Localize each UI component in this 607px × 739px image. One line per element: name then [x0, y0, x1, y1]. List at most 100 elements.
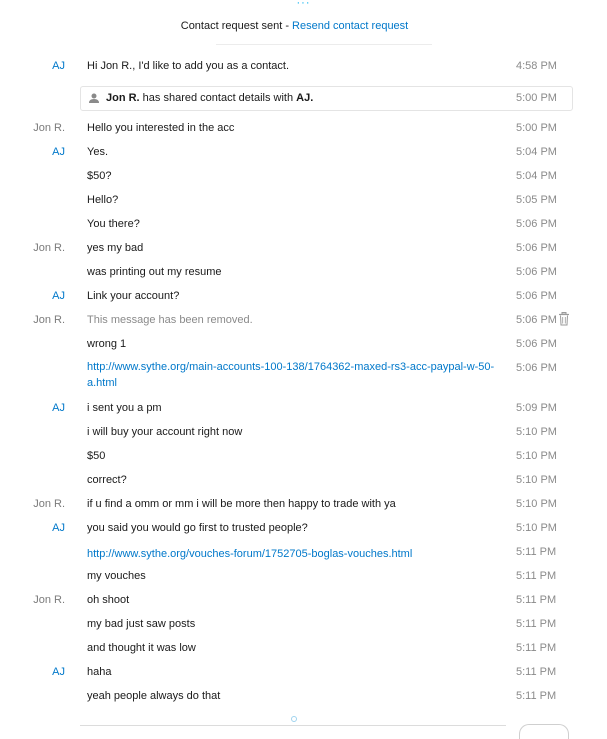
- header-divider: [216, 44, 432, 45]
- message-time: 5:10 PM: [516, 474, 557, 486]
- send-button[interactable]: [519, 724, 569, 739]
- message-row: and thought it was low 5:11 PM: [0, 638, 600, 660]
- shared-contact-notice[interactable]: Jon R. has shared contact details with A…: [80, 86, 573, 111]
- message-text: correct?: [87, 474, 127, 486]
- message-row: $50 5:10 PM: [0, 446, 600, 468]
- message-row: http://www.sythe.org/main-accounts-100-1…: [0, 358, 600, 394]
- message-time: 5:11 PM: [516, 666, 557, 678]
- trash-icon: [559, 312, 569, 326]
- message-row: Jon R. oh shoot 5:11 PM: [0, 590, 600, 612]
- message-sender[interactable]: AJ: [52, 666, 65, 678]
- message-text: my bad just saw posts: [87, 618, 196, 630]
- shared-contact-sender: Jon R.: [106, 92, 140, 104]
- message-time: 5:06 PM: [516, 314, 557, 326]
- resend-contact-request-link[interactable]: Resend contact request: [292, 20, 408, 32]
- message-text: i sent you a pm: [87, 402, 162, 414]
- message-row: Hello? 5:05 PM: [0, 190, 600, 212]
- message-time: 5:06 PM: [516, 242, 557, 254]
- shared-contact-middle: has shared contact details with: [139, 92, 297, 104]
- message-text: yeah people always do that: [87, 690, 221, 702]
- message-text: you said you would go first to trusted p…: [87, 522, 308, 534]
- message-row: Jon R. This message has been removed. 5:…: [0, 310, 600, 332]
- message-text: Yes.: [87, 146, 109, 158]
- message-text: haha: [87, 666, 112, 678]
- message-time: 5:06 PM: [516, 266, 557, 278]
- person-icon: [89, 93, 99, 103]
- message-time: 4:58 PM: [516, 60, 557, 72]
- message-sender[interactable]: AJ: [52, 402, 65, 414]
- message-row: You there? 5:06 PM: [0, 214, 600, 236]
- message-time: 5:10 PM: [516, 498, 557, 510]
- message-time: 5:11 PM: [516, 642, 557, 654]
- message-row: yeah people always do that 5:11 PM: [0, 686, 600, 708]
- message-text: yes my bad: [87, 242, 144, 254]
- message-compose-field[interactable]: [80, 725, 506, 736]
- message-text: oh shoot: [87, 594, 130, 606]
- message-row: my bad just saw posts 5:11 PM: [0, 614, 600, 636]
- message-link[interactable]: http://www.sythe.org/vouches-forum/17527…: [87, 546, 502, 562]
- message-time: 5:11 PM: [516, 594, 557, 606]
- resize-handle[interactable]: ···: [0, 0, 607, 9]
- message-text: if u find a omm or mm i will be more the…: [87, 498, 396, 510]
- message-text: You there?: [87, 218, 140, 230]
- message-sender[interactable]: AJ: [52, 60, 65, 72]
- removed-message-text: This message has been removed.: [87, 314, 253, 326]
- shared-contact-text: Jon R. has shared contact details with A…: [106, 92, 313, 104]
- message-row: wrong 1 5:06 PM: [0, 334, 600, 356]
- message-row: Jon R. yes my bad 5:06 PM: [0, 238, 600, 260]
- message-sender[interactable]: AJ: [52, 290, 65, 302]
- message-time: 5:04 PM: [516, 146, 557, 158]
- message-row: AJ i sent you a pm 5:09 PM: [0, 398, 600, 420]
- message-time: 5:10 PM: [516, 522, 557, 534]
- message-sender[interactable]: AJ: [52, 522, 65, 534]
- message-row: AJ Yes. 5:04 PM: [0, 142, 600, 164]
- message-time: 5:11 PM: [516, 570, 557, 582]
- message-row: my vouches 5:11 PM: [0, 566, 600, 588]
- message-row: Jon R. if u find a omm or mm i will be m…: [0, 494, 600, 516]
- message-time: 5:11 PM: [516, 546, 557, 558]
- message-text: Link your account?: [87, 290, 180, 302]
- message-row: Jon R. Hello you interested in the acc 5…: [0, 118, 600, 140]
- message-time: 5:06 PM: [516, 290, 557, 302]
- message-time: 5:11 PM: [516, 618, 557, 630]
- message-row: i will buy your account right now 5:10 P…: [0, 422, 600, 444]
- message-sender[interactable]: AJ: [52, 146, 65, 158]
- message-row: was printing out my resume 5:06 PM: [0, 262, 600, 284]
- message-time: 5:11 PM: [516, 690, 557, 702]
- contact-request-banner: Contact request sent - Resend contact re…: [0, 20, 589, 32]
- message-row: AJ haha 5:11 PM: [0, 662, 600, 684]
- message-time: 5:06 PM: [516, 218, 557, 230]
- message-text: Hello?: [87, 194, 119, 206]
- message-row: http://www.sythe.org/vouches-forum/17527…: [0, 542, 600, 564]
- header-separator: -: [282, 20, 293, 32]
- message-time: 5:05 PM: [516, 194, 557, 206]
- message-time: 5:04 PM: [516, 170, 557, 182]
- message-time: 5:09 PM: [516, 402, 557, 414]
- message-time: 5:00 PM: [516, 122, 557, 134]
- message-text: Hello you interested in the acc: [87, 122, 235, 134]
- typing-indicator-dot: [291, 716, 297, 722]
- message-text: $50?: [87, 170, 112, 182]
- message-text: i will buy your account right now: [87, 426, 243, 438]
- message-text: was printing out my resume: [87, 266, 222, 278]
- contact-request-status: Contact request sent: [180, 20, 283, 32]
- message-row: correct? 5:10 PM: [0, 470, 600, 492]
- message-sender[interactable]: Jon R.: [33, 242, 65, 254]
- message-time: 5:00 PM: [516, 92, 557, 104]
- message-link[interactable]: http://www.sythe.org/main-accounts-100-1…: [87, 359, 502, 391]
- message-sender[interactable]: Jon R.: [33, 498, 65, 510]
- message-sender[interactable]: Jon R.: [33, 594, 65, 606]
- shared-contact-recipient: AJ.: [296, 92, 314, 104]
- message-time: 5:10 PM: [516, 426, 557, 438]
- message-time: 5:06 PM: [516, 338, 557, 350]
- message-sender[interactable]: Jon R.: [33, 314, 65, 326]
- message-text: my vouches: [87, 570, 146, 582]
- message-time: 5:10 PM: [516, 450, 557, 462]
- message-text: and thought it was low: [87, 642, 196, 654]
- message-time: 5:06 PM: [516, 362, 557, 374]
- message-row: AJ Hi Jon R., I'd like to add you as a c…: [0, 56, 600, 78]
- message-text: wrong 1: [87, 338, 127, 350]
- message-row: AJ Link your account? 5:06 PM: [0, 286, 600, 308]
- message-sender[interactable]: Jon R.: [33, 122, 65, 134]
- message-row: AJ you said you would go first to truste…: [0, 518, 600, 540]
